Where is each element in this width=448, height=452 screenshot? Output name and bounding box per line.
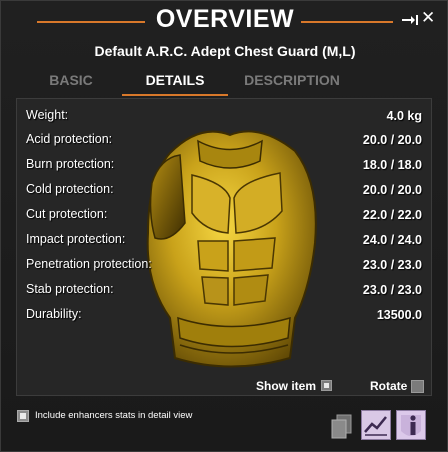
show-item-label: Show item (256, 379, 317, 393)
stat-value-durability: 13500.0 (376, 308, 422, 322)
copy-icon[interactable] (328, 410, 358, 440)
info-icon[interactable] (396, 410, 426, 440)
tab-details[interactable]: DETAILS (122, 72, 228, 88)
stat-value-cut: 22.0 / 22.0 (362, 208, 422, 222)
stat-label-durability: Durability: (26, 307, 82, 321)
rotate-label: Rotate (370, 379, 408, 393)
stat-value-penetration: 23.0 / 23.0 (362, 258, 422, 272)
active-tab-indicator (122, 94, 228, 96)
window-title: OVERVIEW (155, 5, 295, 33)
stat-label-burn: Burn protection: (26, 157, 115, 171)
tab-description[interactable]: DESCRIPTION (237, 72, 347, 88)
stat-value-acid: 20.0 / 20.0 (362, 133, 422, 147)
stat-value-cold: 20.0 / 20.0 (362, 183, 422, 197)
stat-label-cold: Cold protection: (26, 182, 114, 196)
stat-label-cut: Cut protection: (26, 207, 108, 221)
close-icon[interactable]: ✕ (421, 9, 435, 27)
item-name: Default A.R.C. Adept Chest Guard (M,L) (94, 43, 356, 59)
enhancers-label: Include enhancers stats in detail view (35, 410, 193, 421)
stat-value-burn: 18.0 / 18.0 (362, 158, 422, 172)
pin-icon[interactable] (401, 14, 419, 26)
stat-label-penetration: Penetration protection: (26, 257, 152, 271)
stat-label-impact: Impact protection: (26, 232, 126, 246)
rotate-checkbox[interactable] (411, 380, 424, 393)
stat-label-stab: Stab protection: (26, 282, 114, 296)
stat-value-stab: 23.0 / 23.0 (362, 283, 422, 297)
graph-icon[interactable] (361, 410, 391, 440)
stat-value-weight: 4.0 kg (386, 109, 422, 123)
chest-guard-preview (146, 130, 317, 368)
tab-basic[interactable]: BASIC (41, 72, 101, 88)
stat-label-acid: Acid protection: (26, 132, 113, 146)
stat-label-weight: Weight: (26, 108, 69, 122)
stat-value-impact: 24.0 / 24.0 (362, 233, 422, 247)
enhancers-checkbox[interactable] (17, 410, 29, 422)
show-item-checkbox[interactable] (321, 380, 332, 391)
